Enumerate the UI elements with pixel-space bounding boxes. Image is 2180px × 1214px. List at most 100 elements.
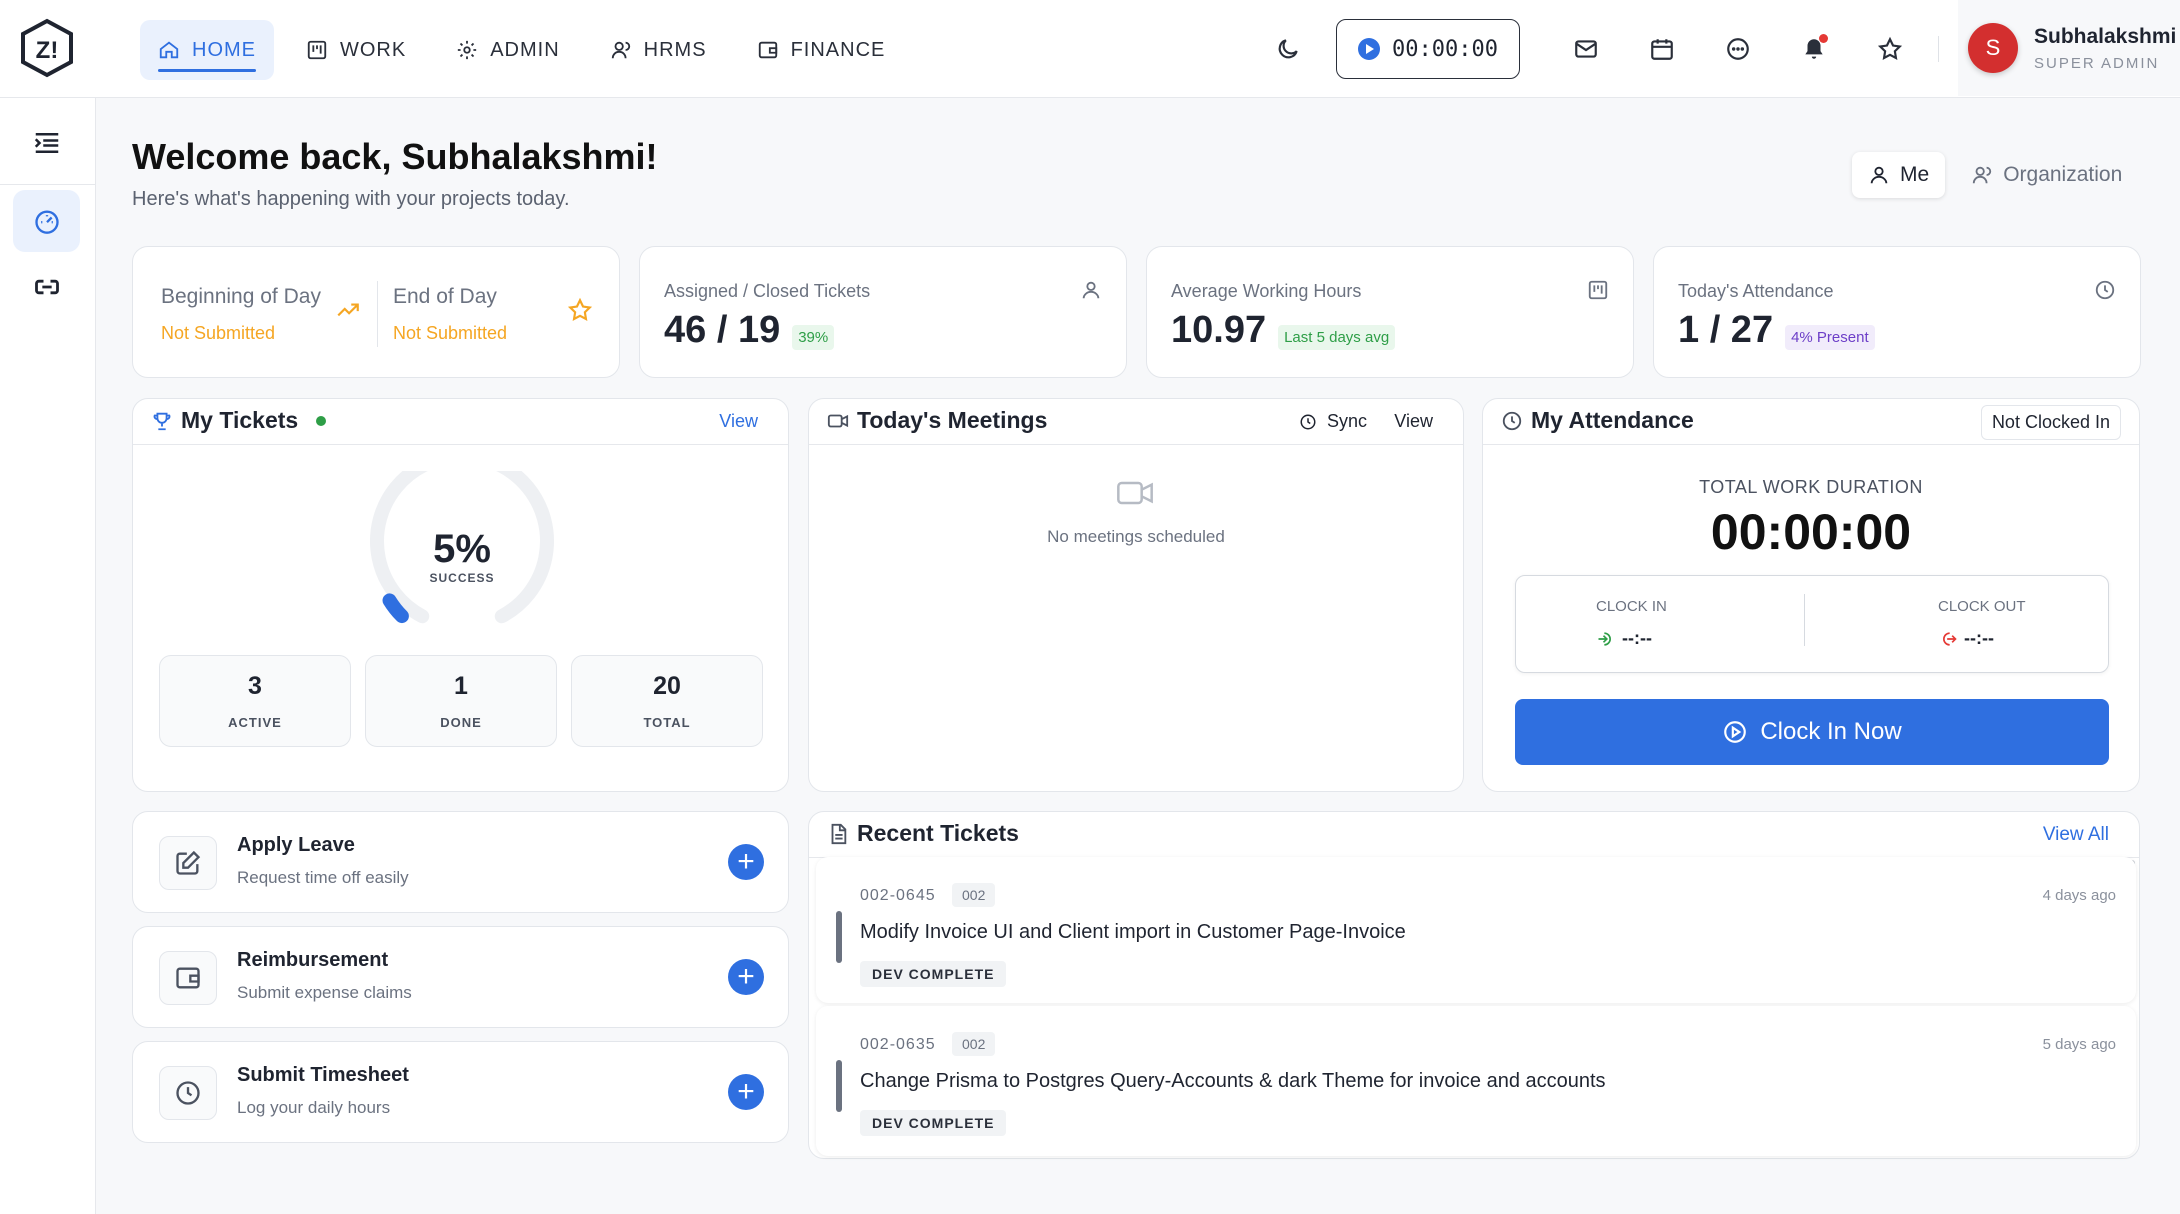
reimbursement-card[interactable]: Reimbursement Submit expense claims + xyxy=(132,926,789,1028)
apply-leave-card[interactable]: Apply Leave Request time off easily + xyxy=(132,811,789,913)
tickets-stat-title: Assigned / Closed Tickets xyxy=(664,281,871,301)
done-count: 1 xyxy=(454,672,468,700)
nav-hrms[interactable]: HRMS xyxy=(592,20,725,80)
nav-hrms-label: HRMS xyxy=(643,38,707,61)
nav-admin-label: ADMIN xyxy=(490,38,560,61)
ticket-priority-bar xyxy=(836,911,842,963)
recent-tickets-view-all[interactable]: View All xyxy=(2043,824,2109,846)
ticket-id: 002-0635 xyxy=(860,1036,936,1053)
chat-button[interactable] xyxy=(1700,19,1776,79)
active-label: ACTIVE xyxy=(228,715,282,730)
live-status-dot xyxy=(316,415,327,426)
my-tickets-title: My Tickets xyxy=(181,407,299,433)
clock-icon xyxy=(1502,411,1522,430)
clock-times-box: CLOCK IN --:-- CLOCK OUT --:-- xyxy=(1515,575,2109,673)
document-icon xyxy=(831,823,847,844)
clock-icon xyxy=(176,1081,200,1105)
timesheet-add-button[interactable]: + xyxy=(728,1074,764,1110)
apply-leave-title: Apply Leave xyxy=(237,834,355,856)
nav-finance-label: FINANCE xyxy=(790,38,886,61)
sidebar xyxy=(0,98,96,1214)
apply-leave-subtitle: Request time off easily xyxy=(237,868,409,887)
total-tickets-stat[interactable]: 20 TOTAL xyxy=(571,655,763,747)
hours-stat-value: 10.97 xyxy=(1171,309,1267,351)
my-tickets-view-link[interactable]: View xyxy=(719,411,758,432)
hours-stat-title: Average Working Hours xyxy=(1171,281,1362,301)
clock-in-button[interactable]: Clock In Now xyxy=(1515,699,2109,765)
scope-me-button[interactable]: Me xyxy=(1852,152,1946,198)
apply-leave-icon-box xyxy=(159,836,217,890)
success-percent: 5% xyxy=(433,527,491,571)
work-timer[interactable]: 00:00:00 xyxy=(1336,19,1520,79)
play-icon xyxy=(1358,38,1381,60)
scope-me-label: Me xyxy=(1900,163,1930,186)
edit-icon xyxy=(176,850,201,875)
sidebar-item-links[interactable] xyxy=(13,256,80,318)
done-tickets-stat[interactable]: 1 DONE xyxy=(365,655,557,747)
nav-admin[interactable]: ADMIN xyxy=(438,20,577,80)
star-icon[interactable] xyxy=(567,297,593,323)
clock-in-label: CLOCK IN xyxy=(1596,598,1667,615)
reimbursement-icon-box xyxy=(159,951,217,1005)
done-label: DONE xyxy=(440,715,482,730)
tickets-stat-pill: 39% xyxy=(792,325,835,350)
wallet-icon xyxy=(758,41,777,59)
users-icon xyxy=(611,41,630,59)
timesheet-icon-box xyxy=(159,1066,217,1120)
home-icon xyxy=(159,41,179,59)
work-duration-value: 00:00:00 xyxy=(1710,504,1912,560)
tickets-stat-card[interactable]: Assigned / Closed Tickets 46 / 19 39% xyxy=(639,246,1127,378)
nav-finance[interactable]: FINANCE xyxy=(739,20,904,80)
my-tickets-card: My Tickets View 5% SUCCESS 3 ACTIVE 1 DO… xyxy=(132,398,789,792)
menu-toggle-icon[interactable] xyxy=(32,128,62,158)
favorites-button[interactable] xyxy=(1852,19,1928,79)
video-icon xyxy=(1117,481,1153,505)
ticket-row[interactable]: 002-0635 002 5 days ago Change Prisma to… xyxy=(816,1006,2136,1156)
chat-icon xyxy=(1727,38,1749,60)
sidebar-item-dashboard[interactable] xyxy=(13,190,80,252)
avatar: S xyxy=(1968,23,2018,73)
my-attendance-header: My Attendance Not Clocked In xyxy=(1483,399,2139,445)
reimbursement-add-button[interactable]: + xyxy=(728,959,764,995)
scope-organization-button[interactable]: Organization xyxy=(1955,152,2138,198)
meetings-empty-text: No meetings scheduled xyxy=(1047,527,1225,546)
meetings-view-link[interactable]: View xyxy=(1394,411,1433,432)
meetings-card: Today's Meetings Sync View No meetings s… xyxy=(808,398,1464,792)
toolbar: 00:00:00 xyxy=(1250,0,1957,98)
meetings-header: Today's Meetings Sync View xyxy=(809,399,1463,445)
clock-icon xyxy=(2095,280,2115,300)
hours-stat-card[interactable]: Average Working Hours 10.97 Last 5 days … xyxy=(1146,246,1634,378)
nav-work[interactable]: WORK xyxy=(288,20,424,80)
nav-home-label: HOME xyxy=(192,38,256,61)
submit-timesheet-card[interactable]: Submit Timesheet Log your daily hours + xyxy=(132,1041,789,1143)
active-tickets-stat[interactable]: 3 ACTIVE xyxy=(159,655,351,747)
ticket-row[interactable]: 002-0645 002 4 days ago Modify Invoice U… xyxy=(816,857,2136,1003)
active-count: 3 xyxy=(248,672,262,700)
timesheet-title: Submit Timesheet xyxy=(237,1064,409,1086)
video-icon xyxy=(827,414,849,427)
total-label: TOTAL xyxy=(643,715,691,730)
logo-icon[interactable]: Z! xyxy=(20,18,74,78)
meetings-sync-button[interactable]: Sync xyxy=(1299,411,1367,432)
calendar-button[interactable] xyxy=(1624,19,1700,79)
meetings-sync-label: Sync xyxy=(1326,411,1367,431)
play-circle-icon xyxy=(1724,721,1747,743)
sidebar-divider xyxy=(0,184,96,185)
gear-icon xyxy=(458,40,477,60)
ticket-project-badge: 002 xyxy=(952,883,996,907)
mail-button[interactable] xyxy=(1548,19,1624,79)
theme-toggle-button[interactable] xyxy=(1250,19,1326,79)
attendance-stat-card[interactable]: Today's Attendance 1 / 27 4% Present xyxy=(1653,246,2141,378)
nav-work-label: WORK xyxy=(340,38,407,61)
apply-leave-add-button[interactable]: + xyxy=(728,844,764,880)
scope-organization-label: Organization xyxy=(2003,163,2123,186)
main-nav: HOME WORK ADMIN HRMS FINANCE xyxy=(140,20,903,80)
eod-label: End of Day xyxy=(393,285,497,308)
user-menu[interactable]: S Subhalakshmi SUPER ADMIN xyxy=(1958,0,2180,96)
users-icon xyxy=(1973,166,1992,184)
svg-text:Z!: Z! xyxy=(36,37,59,64)
notifications-button[interactable] xyxy=(1776,19,1852,79)
nav-home[interactable]: HOME xyxy=(140,20,274,80)
trend-up-icon[interactable] xyxy=(335,297,361,323)
meetings-title-wrap: Today's Meetings xyxy=(827,407,1047,434)
